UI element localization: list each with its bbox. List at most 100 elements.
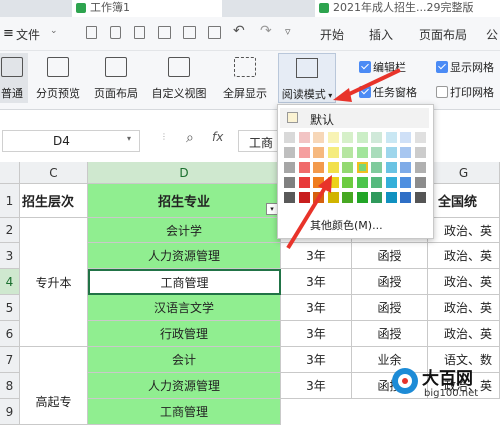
hamburger-icon[interactable]: ≡ [3,26,14,41]
save-icon[interactable] [208,26,221,39]
color-swatch[interactable] [298,177,310,188]
color-swatch[interactable] [371,162,382,173]
color-swatch[interactable] [298,192,310,203]
undo-icon[interactable]: ↶ [233,23,245,39]
color-swatch[interactable] [414,177,426,188]
resize-handle-icon[interactable]: ⋮ [160,132,168,141]
color-swatch[interactable] [342,162,353,173]
show-grid-checkbox[interactable] [436,61,448,73]
formula-bar-checkbox[interactable] [359,61,371,73]
menu-insert[interactable]: 插入 [369,26,393,43]
years-cell[interactable]: 3年 [281,347,352,373]
level-cell-highschool[interactable]: 高起专 [20,347,88,425]
level-cell-upgrade[interactable]: 专升本 [20,218,88,347]
search-icon[interactable]: ⌕ [186,130,194,146]
menu-start[interactable]: 开始 [320,26,344,43]
insert-function-button[interactable]: fx [212,130,223,144]
new-file-icon[interactable] [86,26,97,39]
exam-cell[interactable]: 政治、英 [428,321,500,347]
color-swatch[interactable] [313,192,324,203]
exam-cell[interactable]: 政治、英 [428,243,500,269]
mode-cell[interactable]: 函授 [352,269,428,295]
color-swatch[interactable] [342,132,353,143]
exam-cell[interactable]: 政治、英 [428,218,500,243]
default-color-option[interactable]: 默认 [280,108,429,128]
row-header[interactable]: 2 [0,218,20,243]
major-cell[interactable]: 会计学 [88,218,281,243]
normal-view-button[interactable]: 普通 [0,53,28,103]
reading-mode-button[interactable]: 阅读模式 ▾ [278,53,336,103]
color-swatch[interactable] [356,132,368,143]
years-cell[interactable]: 3年 [281,295,352,321]
color-swatch[interactable] [284,147,295,158]
color-swatch[interactable] [414,192,426,203]
color-swatch[interactable] [385,147,397,158]
color-swatch[interactable] [385,192,397,203]
tab-home[interactable] [0,0,60,17]
color-swatch[interactable] [385,162,397,173]
row-header[interactable]: 9 [0,399,20,425]
color-swatch[interactable] [400,162,411,173]
major-cell[interactable]: 汉语言文学 [88,295,281,321]
major-cell-selected[interactable]: 工商管理 [88,269,281,295]
row-header[interactable]: 5 [0,295,20,321]
color-swatch[interactable] [313,147,324,158]
header-cell-exam[interactable]: 全国统 [428,184,500,218]
color-swatch[interactable] [327,177,339,188]
years-cell[interactable]: 3年 [281,269,352,295]
color-swatch[interactable] [356,192,368,203]
color-swatch[interactable] [284,132,295,143]
color-swatch[interactable] [385,177,397,188]
row-header[interactable]: 7 [0,347,20,373]
row-header[interactable]: 6 [0,321,20,347]
exam-cell[interactable]: 政治、英 [428,269,500,295]
color-swatch[interactable] [400,132,411,143]
tab-enrollment-doc[interactable]: 2021年成人招生...29完整版 [315,0,500,17]
color-swatch[interactable] [342,177,353,188]
color-swatch[interactable] [414,162,426,173]
print-grid-checkbox[interactable] [436,86,448,98]
color-swatch[interactable] [400,177,411,188]
print-icon[interactable] [158,26,171,39]
page-break-preview-button[interactable]: 分页预览 [32,57,84,101]
name-box[interactable]: D4 ▾ [2,130,140,152]
color-swatch[interactable] [298,162,310,173]
color-swatch[interactable] [356,177,368,188]
row-header[interactable]: 4 [0,269,20,295]
redo-icon[interactable]: ↷ [260,23,272,39]
mode-cell[interactable]: 函授 [352,243,428,269]
major-cell[interactable]: 行政管理 [88,321,281,347]
row-header[interactable]: 1 [0,184,20,218]
years-cell[interactable]: 3年 [281,321,352,347]
color-swatch[interactable] [327,147,339,158]
column-header-d[interactable]: D [88,162,281,184]
color-swatch[interactable] [298,147,310,158]
color-swatch[interactable] [284,177,295,188]
color-swatch[interactable] [371,147,382,158]
major-cell[interactable]: 人力资源管理 [88,373,281,399]
color-swatch[interactable] [284,192,295,203]
mode-cell[interactable]: 函授 [352,295,428,321]
column-header-g[interactable]: G [428,162,500,184]
open-file-icon[interactable] [110,26,121,39]
color-swatch[interactable] [342,147,353,158]
row-header[interactable]: 3 [0,243,20,269]
tab-workbook1[interactable]: 工作簿1 [72,0,222,17]
color-swatch[interactable] [284,162,295,173]
color-swatch[interactable] [371,177,382,188]
color-swatch[interactable] [400,147,411,158]
color-swatch[interactable] [414,132,426,143]
color-swatch[interactable] [414,147,426,158]
more-icon[interactable]: ▿ [285,25,291,38]
color-swatch[interactable] [400,192,411,203]
page-layout-button[interactable]: 页面布局 [90,57,142,101]
major-cell[interactable]: 工商管理 [88,399,281,425]
file-menu[interactable]: 文件 [16,26,40,43]
more-colors-option[interactable]: 其他颜色(M)... [280,215,429,233]
color-swatch[interactable] [313,177,324,188]
row-header[interactable]: 8 [0,373,20,399]
color-swatch[interactable] [385,132,397,143]
print-preview-icon[interactable] [183,26,196,39]
major-cell[interactable]: 人力资源管理 [88,243,281,269]
color-swatch[interactable] [313,162,324,173]
